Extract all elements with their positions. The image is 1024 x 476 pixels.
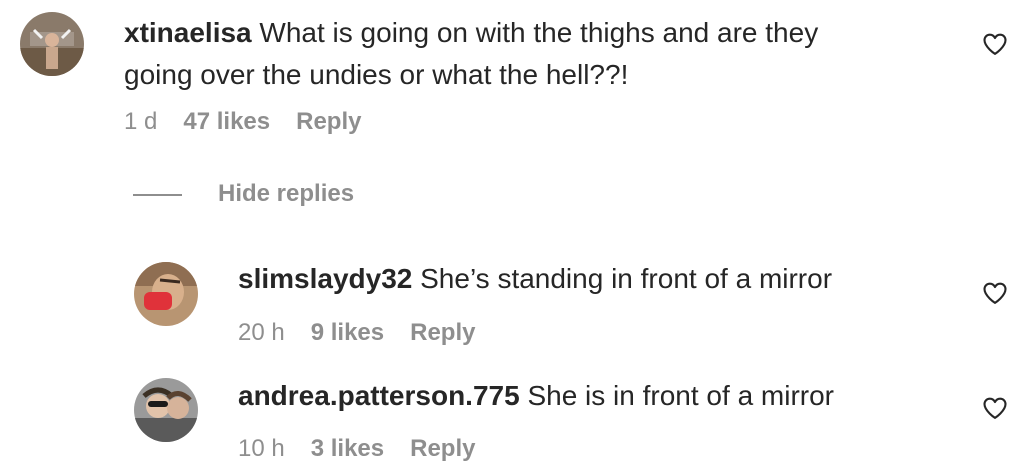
avatar[interactable] <box>20 12 84 76</box>
likes-count[interactable]: 47 likes <box>183 107 270 137</box>
reply-button[interactable]: Reply <box>296 107 361 137</box>
comment-meta: 10 h 3 likes Reply <box>238 434 501 464</box>
comment-body: She’s standing in front of a mirror <box>420 263 833 294</box>
comment-text: xtinaelisa What is going on with the thi… <box>124 12 818 96</box>
reply-button[interactable]: Reply <box>410 434 475 464</box>
avatar[interactable] <box>134 378 198 442</box>
hide-replies-divider <box>133 194 182 196</box>
likes-count[interactable]: 3 likes <box>311 434 384 464</box>
username[interactable]: andrea.patterson.775 <box>238 380 520 411</box>
comment-body-line1: What is going on with the thighs and are… <box>259 17 819 48</box>
comment-meta: 1 d 47 likes Reply <box>124 107 387 137</box>
comment-body-line2: going over the undies or what the hell??… <box>124 59 629 90</box>
comment-body: She is in front of a mirror <box>527 380 835 411</box>
hide-replies-button[interactable]: Hide replies <box>218 179 354 209</box>
timestamp[interactable]: 10 h <box>238 434 285 464</box>
comment-meta: 20 h 9 likes Reply <box>238 318 501 348</box>
reply-button[interactable]: Reply <box>410 318 475 348</box>
username[interactable]: xtinaelisa <box>124 17 252 48</box>
heart-icon[interactable] <box>981 30 1009 58</box>
comment-text: andrea.patterson.775 She is in front of … <box>238 375 834 417</box>
heart-icon[interactable] <box>981 394 1009 422</box>
comment-text: slimslaydy32 She’s standing in front of … <box>238 258 832 300</box>
likes-count[interactable]: 9 likes <box>311 318 384 348</box>
timestamp[interactable]: 20 h <box>238 318 285 348</box>
username[interactable]: slimslaydy32 <box>238 263 412 294</box>
avatar[interactable] <box>134 262 198 326</box>
heart-icon[interactable] <box>981 279 1009 307</box>
timestamp[interactable]: 1 d <box>124 107 157 137</box>
